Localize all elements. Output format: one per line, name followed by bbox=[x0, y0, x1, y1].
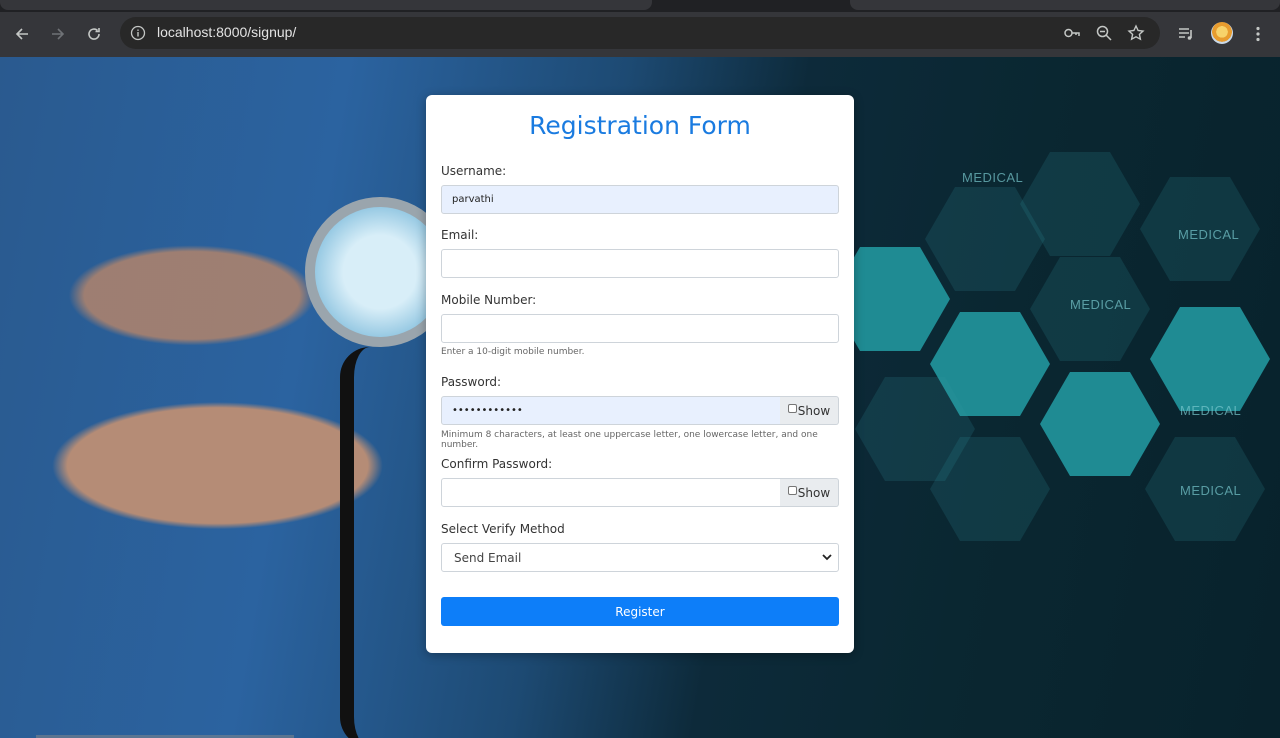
page-background: MEDICAL MEDICAL MEDICAL MEDICAL MEDICAL … bbox=[0, 57, 1280, 738]
hexagon-shape bbox=[1040, 372, 1160, 476]
kebab-menu-icon[interactable] bbox=[1244, 20, 1272, 48]
browser-tab[interactable] bbox=[850, 0, 1280, 10]
chevron-down-icon bbox=[822, 554, 832, 561]
verify-method-value: Send Email bbox=[454, 550, 522, 565]
verify-method-select[interactable]: Send Email bbox=[441, 543, 839, 572]
mobile-hint: Enter a 10-digit mobile number. bbox=[441, 347, 585, 357]
email-label: Email: bbox=[441, 228, 479, 242]
background-label: MEDICAL bbox=[962, 170, 1024, 185]
mobile-field[interactable] bbox=[441, 314, 839, 343]
password-field[interactable]: •••••••••••• bbox=[441, 396, 781, 425]
show-confirm-password-checkbox[interactable] bbox=[787, 486, 797, 495]
show-confirm-password-toggle[interactable]: Show bbox=[780, 478, 839, 507]
show-password-label: Show bbox=[797, 403, 831, 418]
password-label: Password: bbox=[441, 375, 502, 389]
hexagon-shape bbox=[1150, 307, 1270, 411]
show-password-toggle[interactable]: Show bbox=[780, 396, 839, 425]
profile-avatar[interactable] bbox=[1211, 22, 1233, 44]
form-title: Registration Form bbox=[529, 111, 751, 140]
arrow-left-icon[interactable] bbox=[8, 20, 36, 48]
confirm-password-label: Confirm Password: bbox=[441, 457, 553, 471]
zoom-icon[interactable] bbox=[1094, 23, 1114, 43]
email-field[interactable] bbox=[441, 249, 839, 278]
background-label: MEDICAL bbox=[1178, 227, 1240, 242]
arrow-right-icon[interactable] bbox=[44, 20, 72, 48]
password-hint: Minimum 8 characters, at least one upper… bbox=[441, 430, 818, 450]
info-icon[interactable] bbox=[128, 23, 148, 43]
verify-method-label: Select Verify Method bbox=[441, 522, 565, 536]
username-label: Username: bbox=[441, 164, 507, 178]
show-confirm-password-label: Show bbox=[797, 485, 831, 500]
background-label: MEDICAL bbox=[1180, 403, 1242, 418]
media-queue-icon[interactable] bbox=[1172, 20, 1200, 48]
mobile-label: Mobile Number: bbox=[441, 293, 537, 307]
url-text[interactable]: localhost:8000/signup/ bbox=[157, 24, 296, 40]
star-icon[interactable] bbox=[1126, 23, 1146, 43]
background-label: MEDICAL bbox=[1070, 297, 1132, 312]
registration-form: Registration Form Username: parvathi Ema… bbox=[426, 95, 854, 653]
key-icon[interactable] bbox=[1062, 23, 1082, 43]
browser-toolbar: localhost:8000/signup/ bbox=[0, 12, 1280, 57]
tab-strip bbox=[0, 0, 1280, 12]
stethoscope-tube bbox=[340, 347, 370, 738]
address-bar[interactable]: localhost:8000/signup/ bbox=[120, 17, 1160, 49]
confirm-password-field[interactable] bbox=[441, 478, 781, 507]
register-button[interactable]: Register bbox=[441, 597, 839, 626]
show-password-checkbox[interactable] bbox=[787, 404, 797, 413]
browser-tab[interactable] bbox=[0, 0, 652, 10]
background-label: MEDICAL bbox=[1180, 483, 1242, 498]
reload-icon[interactable] bbox=[80, 20, 108, 48]
username-field[interactable]: parvathi bbox=[441, 185, 839, 214]
